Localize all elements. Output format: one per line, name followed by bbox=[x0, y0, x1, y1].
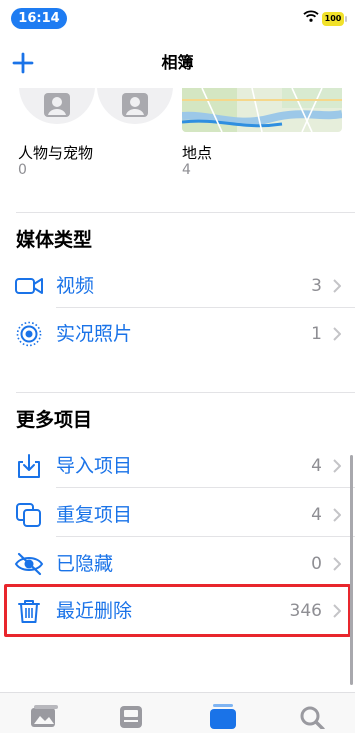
media-row-label: 实况照片 bbox=[56, 323, 133, 345]
section-divider bbox=[16, 212, 355, 213]
hidden-eye-icon bbox=[14, 552, 44, 576]
row-divider bbox=[56, 487, 355, 488]
chevron-right-icon bbox=[333, 557, 341, 571]
media-row-live-photos[interactable]: 实况照片 1 bbox=[0, 312, 355, 356]
people-places-row: 人物与宠物 0 地点 4 bbox=[0, 88, 355, 208]
row-divider bbox=[56, 536, 355, 537]
utility-row-label: 重复项目 bbox=[56, 504, 133, 526]
import-icon bbox=[18, 454, 40, 478]
utility-row-label: 已隐藏 bbox=[56, 553, 114, 575]
utilities-header: 更多项目 bbox=[16, 409, 93, 431]
chevron-right-icon bbox=[333, 327, 341, 341]
person-thumbnail[interactable] bbox=[19, 88, 95, 124]
utility-row-hidden[interactable]: 已隐藏 0 bbox=[0, 542, 355, 586]
library-tab-icon[interactable] bbox=[29, 703, 59, 729]
section-divider bbox=[16, 392, 355, 393]
person-icon bbox=[122, 93, 148, 117]
duplicate-icon bbox=[16, 503, 41, 527]
places-count: 4 bbox=[182, 162, 191, 178]
utility-row-imports[interactable]: 导入项目 4 bbox=[0, 444, 355, 488]
utility-row-count: 4 bbox=[311, 505, 322, 525]
person-icon bbox=[44, 93, 70, 117]
live-photo-icon bbox=[16, 321, 42, 347]
navigation-bar: 相簿 bbox=[0, 38, 355, 88]
places-title: 地点 bbox=[182, 144, 213, 162]
row-divider bbox=[56, 307, 355, 308]
media-row-label: 视频 bbox=[56, 275, 95, 297]
utility-row-count: 0 bbox=[311, 554, 322, 574]
chevron-right-icon bbox=[333, 459, 341, 473]
people-title: 人物与宠物 bbox=[18, 144, 94, 162]
map-thumbnail[interactable] bbox=[182, 88, 342, 132]
person-thumbnail[interactable] bbox=[97, 88, 173, 124]
wifi-icon bbox=[303, 10, 319, 22]
chevron-right-icon bbox=[333, 279, 341, 293]
search-tab-icon[interactable] bbox=[297, 703, 327, 729]
battery-indicator: 100 bbox=[322, 12, 347, 26]
utility-row-count: 4 bbox=[311, 456, 322, 476]
media-types-header: 媒体类型 bbox=[16, 229, 93, 251]
utility-row-duplicates[interactable]: 重复项目 4 bbox=[0, 493, 355, 537]
albums-tab-icon[interactable] bbox=[208, 703, 238, 729]
video-icon bbox=[15, 278, 43, 294]
for-you-tab-icon[interactable] bbox=[117, 703, 147, 729]
utility-row-label: 导入项目 bbox=[56, 455, 133, 477]
media-row-count: 1 bbox=[311, 324, 322, 344]
media-row-video[interactable]: 视频 3 bbox=[0, 264, 355, 308]
tab-bar bbox=[0, 692, 355, 733]
highlight-box bbox=[4, 584, 351, 637]
scrollbar[interactable] bbox=[350, 455, 353, 685]
media-row-count: 3 bbox=[311, 276, 322, 296]
page-title: 相簿 bbox=[161, 53, 194, 72]
chevron-right-icon bbox=[333, 508, 341, 522]
status-time: 16:14 bbox=[11, 8, 67, 29]
status-bar: 16:14 100 bbox=[0, 0, 355, 38]
people-count: 0 bbox=[18, 162, 27, 178]
